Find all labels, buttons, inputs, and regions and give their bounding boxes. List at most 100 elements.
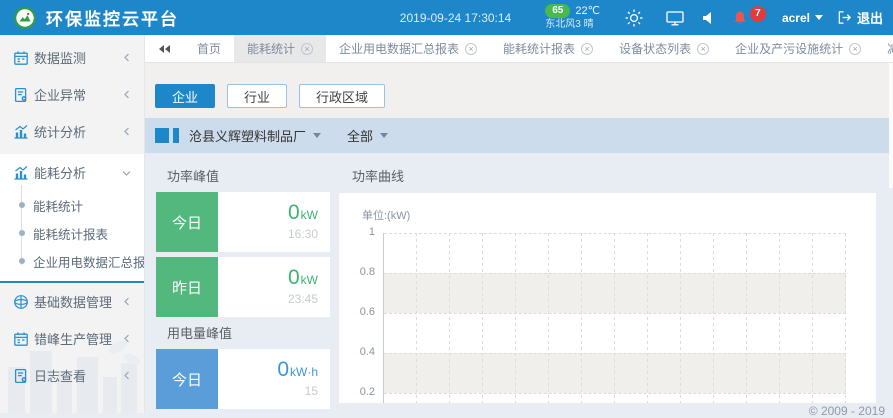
section-marker-icon [155,128,179,143]
tab-close-icon[interactable]: × [301,43,313,55]
peak-cards-column: 功率峰值 今日 0kW 16:30 昨日 0kW [156,153,330,414]
bar-chart-icon [13,165,29,181]
sidebar-item-basic-data-management[interactable]: 基础数据管理 [0,283,144,320]
chevron-left-icon [123,334,131,343]
energy-peak-title: 用电量峰值 [167,325,330,343]
document-gear-icon [13,368,29,384]
card-day-label: 今日 [156,349,218,409]
sidebar-item-data-monitoring[interactable]: 数据监测 [0,39,144,76]
globe-icon [13,294,29,310]
industry-button[interactable]: 行业 [227,84,287,108]
chevron-left-icon [123,127,131,136]
sidebar-subitem-label: 能耗统计 [33,196,83,215]
tab-close-icon[interactable]: × [849,43,861,55]
notifications[interactable]: 7 [732,10,766,26]
enterprise-button[interactable]: 企业 [155,84,215,108]
sidebar-item-energy-analysis[interactable]: 能耗分析 [0,154,144,191]
sidebar-item-label: 企业异常 [34,85,86,104]
monitor-icon[interactable] [666,10,684,26]
tab-label: 能耗统计报表 [503,40,575,57]
card-value: 0 [288,201,300,224]
scrollbar[interactable] [889,63,893,188]
tab-home[interactable]: 首页 [184,35,234,62]
speaker-icon[interactable] [702,11,714,25]
caret-down-icon [380,133,388,138]
tab-scroll-left-icon[interactable] [145,35,184,62]
tab-bar: 首页 能耗统计 × 企业用电数据汇总报表 × 能耗统计报表 × 设备状态列表 ×… [145,35,893,63]
sidebar-subitem-energy-report[interactable]: 能耗统计报表 [0,219,144,247]
y-axis-tick: 0.6 [343,306,375,318]
tab-label: 减产减排分析 [887,40,893,57]
tab-reduction-analysis[interactable]: 减产减排分析 × [874,35,893,62]
calendar-icon [13,50,29,66]
button-label: 行业 [244,87,270,106]
content-area: 功率峰值 今日 0kW 16:30 昨日 0kW [145,153,893,413]
app-logo-icon [14,7,36,29]
tab-label: 企业用电数据汇总报表 [339,40,459,57]
bar-chart-icon [13,124,29,140]
administrative-region-button[interactable]: 行政区域 [299,84,385,108]
sidebar-item-enterprise-anomaly[interactable]: 企业异常 [0,76,144,113]
user-menu[interactable]: acrel [782,11,823,25]
logout-button[interactable]: 退出 [837,8,883,27]
scope-select[interactable]: 全部 [347,126,388,145]
temperature-label: 22℃ [575,5,600,17]
username-label: acrel [782,11,810,25]
y-axis-tick: 0.4 [343,346,375,358]
sidebar-item-staggered-production[interactable]: 错峰生产管理 [0,320,144,357]
filter-bar: 沧县义辉塑料制品厂 全部 [145,118,893,153]
card-value: 0 [288,266,300,289]
chevron-left-icon [123,371,131,380]
tab-energy-report[interactable]: 能耗统计报表 × [490,35,606,62]
header: 环保监控云平台 2019-09-24 17:30:14 65 22℃ 东北风3 … [0,0,893,35]
card-day-label: 今日 [156,192,218,252]
app-window: { "header": { "app_title": "环保监控云平台", "d… [0,0,893,413]
tab-enterprise-power-summary[interactable]: 企业用电数据汇总报表 × [326,35,490,62]
power-peak-card-yesterday: 昨日 0kW 23:45 [156,257,330,317]
chart-title: 功率曲线 [352,168,877,186]
bullet-icon [19,258,25,264]
power-peak-card-today: 今日 0kW 16:30 [156,192,330,252]
button-label: 行政区域 [316,87,368,106]
chart-unit-label: 单位:(kW) [362,207,410,223]
scope-select-value: 全部 [347,126,373,145]
logout-icon [837,10,852,25]
sidebar-subitem-energy-statistics[interactable]: 能耗统计 [0,191,144,219]
tab-label: 企业及产污设施统计 [735,40,843,57]
y-axis-tick: 0.8 [343,266,375,278]
company-select[interactable]: 沧县义辉塑料制品厂 [189,126,321,145]
caret-down-icon [815,15,823,20]
chevron-left-icon [123,90,131,99]
sidebar-item-label: 数据监测 [34,48,86,67]
sidebar-item-statistics-analysis[interactable]: 统计分析 [0,113,144,150]
power-peak-title: 功率峰值 [167,168,330,186]
power-curve-column: 功率曲线 单位:(kW) 1 0.8 0.6 0.4 0.2 [338,153,877,404]
notification-count-badge: 7 [750,6,766,22]
wind-label: 东北风3 晴 [545,19,600,31]
company-select-value: 沧县义辉塑料制品厂 [189,126,306,145]
logout-label: 退出 [857,8,883,27]
card-unit: kW [301,208,318,222]
button-label: 企业 [172,87,198,106]
tab-label: 首页 [197,40,221,57]
sidebar-subitem-enterprise-power-summary[interactable]: 企业用电数据汇总报表 [0,247,144,275]
tab-close-icon[interactable]: × [581,43,593,55]
card-day-label: 昨日 [156,257,218,317]
sidebar-group-energy-analysis: 能耗分析 能耗统计 能耗统计报表 企业用电数据汇总报表 [0,154,144,283]
tab-device-status-list[interactable]: 设备状态列表 × [606,35,722,62]
calendar-icon [13,331,29,347]
bell-icon [732,10,748,26]
tab-enterprise-pollution-statistics[interactable]: 企业及产污设施统计 × [722,35,874,62]
tab-label: 能耗统计 [247,40,295,57]
bullet-icon [19,230,25,236]
card-time: 23:45 [218,292,318,306]
sidebar-subitem-label: 企业用电数据汇总报表 [33,252,145,271]
sidebar: 数据监测 企业异常 [0,35,145,413]
sun-icon [624,8,644,28]
tab-energy-statistics[interactable]: 能耗统计 × [234,35,326,62]
document-gear-icon [13,87,29,103]
tab-close-icon[interactable]: × [465,43,477,55]
y-axis-tick: 1 [343,226,375,238]
sidebar-item-log-view[interactable]: 日志查看 [0,357,144,394]
tab-close-icon[interactable]: × [697,43,709,55]
